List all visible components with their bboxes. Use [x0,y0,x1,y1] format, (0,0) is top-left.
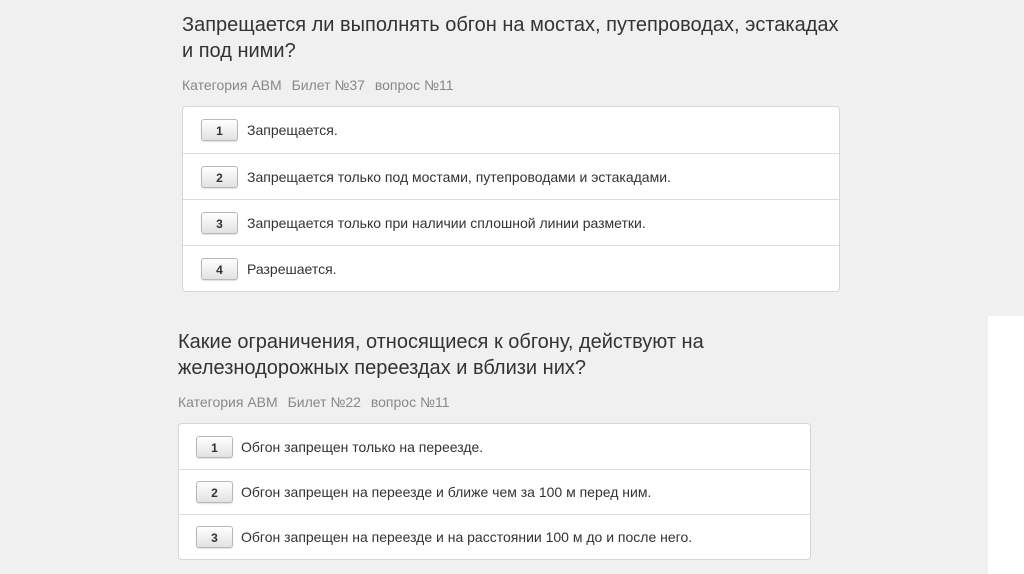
answer-option-1[interactable]: 1 Запрещается. [183,107,839,153]
answer-text: Запрещается. [247,122,338,138]
answer-list: 1 Запрещается. 2 Запрещается только под … [182,106,840,292]
question-block-2: Какие ограничения, относящиеся к обгону,… [178,329,811,560]
answer-number-button[interactable]: 2 [196,481,233,503]
answer-number-button[interactable]: 1 [201,119,238,141]
answer-option-2[interactable]: 2 Обгон запрещен на переезде и ближе чем… [179,469,810,514]
answer-option-2[interactable]: 2 Запрещается только под мостами, путепр… [183,153,839,199]
answer-text: Обгон запрещен на переезде и ближе чем з… [241,484,652,500]
answer-option-4[interactable]: 4 Разрешается. [183,245,839,291]
answer-text: Разрешается. [247,260,337,277]
answer-text: Запрещается только при наличии сплошной … [247,214,646,231]
answer-number-button[interactable]: 3 [196,526,233,548]
answer-number-button[interactable]: 3 [201,211,238,234]
question-title: Запрещается ли выполнять обгон на мостах… [182,14,839,62]
answer-number-button[interactable]: 4 [201,257,238,280]
question-number-label: вопрос №11 [370,394,450,410]
category-label: Категория АВМ [182,77,282,93]
answer-number-button[interactable]: 1 [196,435,233,458]
question-meta: Категория АВМ Билет №22 вопрос №11 [178,393,811,411]
answer-option-1[interactable]: 1 Обгон запрещен только на переезде. [179,424,810,469]
answer-text: Запрещается только под мостами, путепров… [247,168,671,185]
answer-number-button[interactable]: 2 [201,165,238,188]
answer-text: Обгон запрещен только на переезде. [241,438,484,455]
question-block-1: Запрещается ли выполнять обгон на мостах… [182,12,840,292]
right-edge-panel [988,316,1024,574]
answer-list: 1 Обгон запрещен только на переезде. 2 О… [178,423,811,560]
category-label: Категория АВМ [178,394,278,410]
answer-text: Обгон запрещен на переезде и на расстоян… [241,529,693,545]
question-number-label: вопрос №11 [374,77,454,93]
ticket-label: Билет №37 [291,77,365,93]
answer-option-3[interactable]: 3 Обгон запрещен на переезде и на рассто… [179,514,810,559]
answer-option-3[interactable]: 3 Запрещается только при наличии сплошно… [183,199,839,245]
ticket-label: Билет №22 [287,394,361,410]
question-title: Какие ограничения, относящиеся к обгону,… [178,331,704,379]
question-meta: Категория АВМ Билет №37 вопрос №11 [182,76,840,94]
